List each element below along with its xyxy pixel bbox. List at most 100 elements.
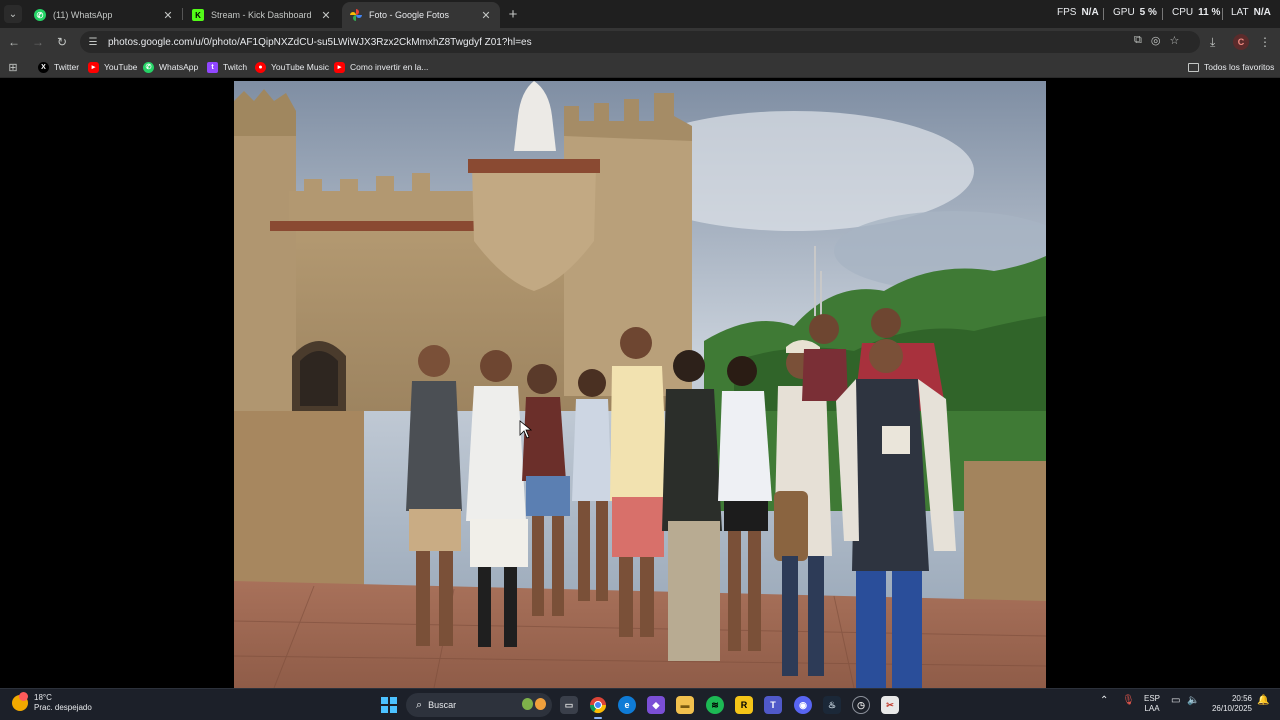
- clock-date: 26/10/2025: [1211, 704, 1252, 713]
- bookmark-label: WhatsApp: [159, 62, 199, 72]
- photo[interactable]: [234, 81, 1046, 688]
- tab-strip: ⌄ ✆ (11) WhatsApp ✕ K Stream - Kick Dash…: [0, 0, 1280, 28]
- edge-icon[interactable]: e: [618, 696, 636, 714]
- bookmark-label: Como invertir en la...: [350, 62, 429, 72]
- x-twitter-icon: X: [38, 61, 49, 73]
- bookmark-youtube[interactable]: ▸ YouTube: [88, 59, 137, 75]
- windows-taskbar: 18°C Prac. despejado ⌕ Buscar ▭ e ◆ ▬ ≋ …: [0, 688, 1280, 720]
- url-text[interactable]: photos.google.com/u/0/photo/AF1QipNXZdCU…: [108, 37, 532, 48]
- discord-icon[interactable]: ◉: [794, 696, 812, 714]
- address-bar[interactable]: ☰ photos.google.com/u/0/photo/AF1QipNXZd…: [80, 31, 1200, 53]
- star-bookmark-icon[interactable]: ☆: [1169, 34, 1179, 50]
- taskbar-search[interactable]: ⌕ Buscar: [406, 693, 552, 717]
- cpu-readout: CPU 11 %: [1172, 7, 1220, 21]
- tab-title: Foto - Google Fotos: [369, 10, 450, 20]
- menu-button[interactable]: ⋮: [1259, 33, 1271, 51]
- close-tab-icon[interactable]: ✕: [478, 7, 494, 23]
- fps-label: FPS: [1057, 7, 1077, 18]
- teams-icon[interactable]: T: [764, 696, 782, 714]
- more-vert-icon: ⋮: [1259, 35, 1271, 49]
- volume-icon[interactable]: 🔈: [1187, 695, 1199, 706]
- cast-icon[interactable]: ⧉: [1134, 34, 1142, 50]
- new-tab-button[interactable]: +: [504, 5, 522, 23]
- search-highlight-icon: [522, 698, 546, 712]
- steam-icon[interactable]: ♨: [823, 696, 841, 714]
- bookmark-twitter[interactable]: X Twitter: [38, 59, 79, 75]
- notification-bell-icon[interactable]: 🔔: [1257, 695, 1269, 706]
- task-view-icon[interactable]: ▭: [560, 696, 578, 714]
- bookmark-whatsapp[interactable]: ✆ WhatsApp: [143, 59, 198, 75]
- all-bookmarks-label: Todos los favoritos: [1204, 62, 1275, 72]
- bookmark-label: YouTube Music: [271, 62, 329, 72]
- bookmarks-bar: ⊞ X Twitter ▸ YouTube ✆ WhatsApp t Twitc…: [0, 56, 1280, 78]
- overlay-separator: [1222, 8, 1223, 20]
- overlay-separator: [1103, 8, 1104, 20]
- tab-search-button[interactable]: ⌄: [4, 5, 22, 23]
- language-code: ESP: [1144, 694, 1161, 703]
- language-indicator[interactable]: ESP LAA: [1144, 694, 1160, 714]
- arrow-left-icon: ←: [8, 35, 20, 49]
- folder-icon: [1188, 62, 1199, 72]
- weather-widget[interactable]: 18°C Prac. despejado: [12, 692, 92, 713]
- close-tab-icon[interactable]: ✕: [160, 7, 176, 23]
- twitch-icon: t: [207, 61, 218, 73]
- reload-icon: ↻: [56, 35, 68, 49]
- copilot-icon[interactable]: ◆: [647, 696, 665, 714]
- photo-viewer: [0, 79, 1280, 688]
- gpu-readout: GPU 5 %: [1113, 7, 1157, 21]
- tab-whatsapp[interactable]: ✆ (11) WhatsApp ✕: [26, 2, 182, 28]
- download-button[interactable]: ⤓: [1210, 33, 1215, 51]
- chrome-icon[interactable]: [589, 696, 607, 714]
- lat-label: LAT: [1231, 7, 1249, 18]
- youtube-icon: ▸: [334, 61, 345, 73]
- all-bookmarks-button[interactable]: Todos los favoritos: [1188, 59, 1274, 75]
- active-app-indicator: [594, 717, 602, 719]
- gpu-value: 5 %: [1139, 7, 1157, 18]
- clock-app-icon[interactable]: ◷: [852, 696, 870, 714]
- clock-time: 20:56: [1231, 694, 1252, 703]
- cpu-value: 11 %: [1198, 7, 1221, 18]
- chevron-down-icon: ⌄: [8, 8, 18, 20]
- network-icon[interactable]: ▭: [1171, 695, 1180, 706]
- site-info-icon[interactable]: ☰: [86, 35, 100, 49]
- tab-google-photos[interactable]: Foto - Google Fotos ✕: [342, 2, 500, 28]
- microphone-icon[interactable]: 🎙: [1122, 695, 1135, 706]
- keyboard-layout: LAA: [1144, 704, 1160, 713]
- eye-off-icon[interactable]: ◎: [1151, 34, 1161, 50]
- youtube-icon: ▸: [88, 61, 99, 73]
- snipping-tool-icon[interactable]: ✂: [881, 696, 899, 714]
- bookmark-youtube-music[interactable]: ● YouTube Music: [255, 59, 329, 75]
- overlay-separator: [1162, 8, 1163, 20]
- plus-icon: +: [508, 5, 518, 23]
- tray-chevron-icon[interactable]: ⌃: [1100, 695, 1108, 706]
- tab-kick-dashboard[interactable]: K Stream - Kick Dashboard ✕: [184, 2, 340, 28]
- whatsapp-icon: ✆: [34, 9, 46, 21]
- address-bar-actions: ⧉ ◎ ☆: [1134, 34, 1179, 50]
- weather-temp: 18°C: [34, 693, 52, 702]
- fps-value: N/A: [1081, 7, 1099, 18]
- weather-sun-icon: [12, 692, 28, 711]
- forward-button[interactable]: →: [29, 33, 47, 51]
- avatar: C: [1233, 34, 1249, 50]
- group-photo-castle: [234, 81, 1046, 688]
- close-tab-icon[interactable]: ✕: [318, 7, 334, 23]
- spotify-icon[interactable]: ≋: [706, 696, 724, 714]
- search-icon: ⌕: [416, 698, 423, 711]
- bookmark-twitch[interactable]: t Twitch: [207, 59, 247, 75]
- lat-value: N/A: [1253, 7, 1271, 18]
- rockstar-launcher-icon[interactable]: R: [735, 696, 753, 714]
- file-explorer-icon[interactable]: ▬: [676, 696, 694, 714]
- apps-grid-icon[interactable]: ⊞: [6, 60, 20, 74]
- system-clock[interactable]: 20:56 26/10/2025: [1206, 694, 1252, 714]
- bookmark-como-invertir[interactable]: ▸ Como invertir en la...: [334, 59, 428, 75]
- arrow-right-icon: →: [32, 35, 44, 49]
- start-windows-icon[interactable]: [381, 697, 397, 713]
- bookmark-label: Twitter: [54, 62, 80, 72]
- profile-button[interactable]: C: [1233, 33, 1249, 51]
- browser-toolbar: ← → ↻ ☰ photos.google.com/u/0/photo/AF1Q…: [0, 28, 1280, 56]
- gpu-label: GPU: [1113, 7, 1135, 18]
- reload-button[interactable]: ↻: [53, 33, 71, 51]
- back-button[interactable]: ←: [5, 33, 23, 51]
- bookmark-label: Twitch: [223, 62, 248, 72]
- fps-readout: FPS N/A: [1057, 7, 1099, 21]
